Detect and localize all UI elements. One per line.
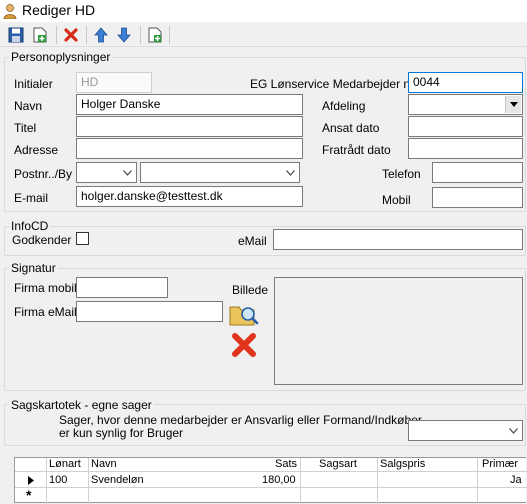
mobil-field[interactable] [432,187,523,208]
move-down-button[interactable] [114,25,134,45]
toolbar-separator [169,26,170,44]
column-header-sats[interactable]: Sats [275,458,297,471]
titel-field[interactable] [76,116,303,137]
email-field[interactable]: holger.danske@testtest.dk [76,186,303,207]
sagskartotek-description-line1: Sager, hvor denne medarbejder er Ansvarl… [59,413,425,427]
telefon-field[interactable] [432,162,523,183]
adresse-field[interactable] [76,138,303,159]
afdeling-select[interactable] [408,94,523,115]
dropdown-button[interactable] [282,164,298,181]
dropdown-button[interactable] [505,96,521,113]
billede-label: Billede [232,283,269,297]
chevron-down-icon [508,427,518,434]
infocd-email-label: eMail [238,234,267,248]
delete-icon [64,28,78,42]
initialer-field[interactable]: HD [76,72,152,93]
new-button[interactable] [145,25,165,45]
sagskartotek-legend: Sagskartotek - egne sager [9,398,154,412]
firma-email-field[interactable] [76,301,223,322]
chevron-down-icon [285,169,295,176]
column-header-navn[interactable]: Navn [91,458,117,471]
grid-row-divider [15,487,527,488]
by-select[interactable] [140,162,300,183]
godkender-label: Godkender [12,233,72,247]
arrow-up-icon [94,27,108,43]
eg-medarbejder-nr-label: EG Lønservice Medarbejder nr. [250,77,417,91]
toolbar-separator [86,26,87,44]
title-bar: Rediger HD [0,0,527,22]
grid-column-divider [88,458,89,504]
user-icon [3,4,17,19]
grid-column-divider [477,458,478,504]
postnr-by-label: Postnr../By [14,167,73,181]
fratraadt-dato-label: Fratrådt dato [322,143,391,157]
folder-search-icon [229,306,259,326]
adresse-label: Adresse [14,143,59,157]
eg-medarbejder-nr-field[interactable]: 0044 [408,72,523,93]
save-icon [8,27,24,43]
ansat-dato-label: Ansat dato [322,121,380,135]
titel-label: Titel [14,121,37,135]
dropdown-button[interactable] [505,422,521,439]
infocd-email-field[interactable] [273,229,523,250]
new-document-icon [148,27,162,43]
window-title: Rediger HD [22,2,96,18]
chevron-down-icon [122,169,132,176]
arrow-down-icon [117,27,131,43]
sagskartotek-select[interactable] [408,420,523,441]
current-row-indicator-icon [28,476,34,485]
column-header-lonart[interactable]: Lønart [49,458,81,471]
sagskartotek-description-line2: er kun synlig for Bruger [59,426,184,440]
grid-column-divider [300,458,301,504]
ansat-dato-field[interactable] [408,116,523,137]
remove-image-button[interactable] [228,331,260,359]
personoplysninger-legend: Personoplysninger [9,50,113,64]
save-button[interactable] [6,25,26,45]
column-header-sagsart[interactable]: Sagsart [319,458,357,471]
infocd-legend: InfoCD [9,219,51,233]
browse-image-button[interactable] [228,300,260,328]
email-label: E-mail [14,191,49,205]
afdeling-label: Afdeling [322,99,366,113]
save-new-button[interactable] [30,25,50,45]
navn-field[interactable]: Holger Danske [76,94,303,115]
toolbar [0,23,527,47]
firma-email-label: Firma eMaill [14,305,80,319]
signatur-legend: Signatur [9,261,58,275]
move-up-button[interactable] [91,25,111,45]
firma-mobil-field[interactable] [76,277,168,298]
column-header-primaer[interactable]: Primær [482,458,518,471]
grid-cell-primaer[interactable]: Ja [510,474,522,487]
save-new-icon [33,27,47,43]
fratraadt-dato-field[interactable] [408,138,523,159]
postnr-select[interactable] [76,162,137,183]
grid-header-divider [15,471,527,472]
signature-image-preview [274,277,523,385]
delete-button[interactable] [61,25,81,45]
delete-icon [232,333,256,357]
grid-column-divider [46,458,47,504]
dropdown-button[interactable] [119,164,135,181]
telefon-label: Telefon [382,167,421,181]
grid-column-divider [377,458,378,504]
chevron-down-icon [509,102,518,107]
mobil-label: Mobil [382,193,411,207]
column-header-salgspris[interactable]: Salgspris [380,458,425,471]
grid-cell-sats[interactable]: 180,00 [262,474,296,487]
lonart-grid[interactable]: Lønart Navn Sats Sagsart Salgspris Primæ… [14,457,527,504]
firma-mobil-label: Firma mobil [14,281,77,295]
toolbar-separator [56,26,57,44]
navn-label: Navn [14,99,43,113]
new-row-marker: * [26,487,32,503]
godkender-checkbox[interactable] [76,232,89,245]
toolbar-separator [140,26,141,44]
grid-cell-navn[interactable]: Svendeløn [91,474,144,487]
initialer-label: Initialer [14,77,53,91]
grid-cell-lonart[interactable]: 100 [49,474,67,487]
